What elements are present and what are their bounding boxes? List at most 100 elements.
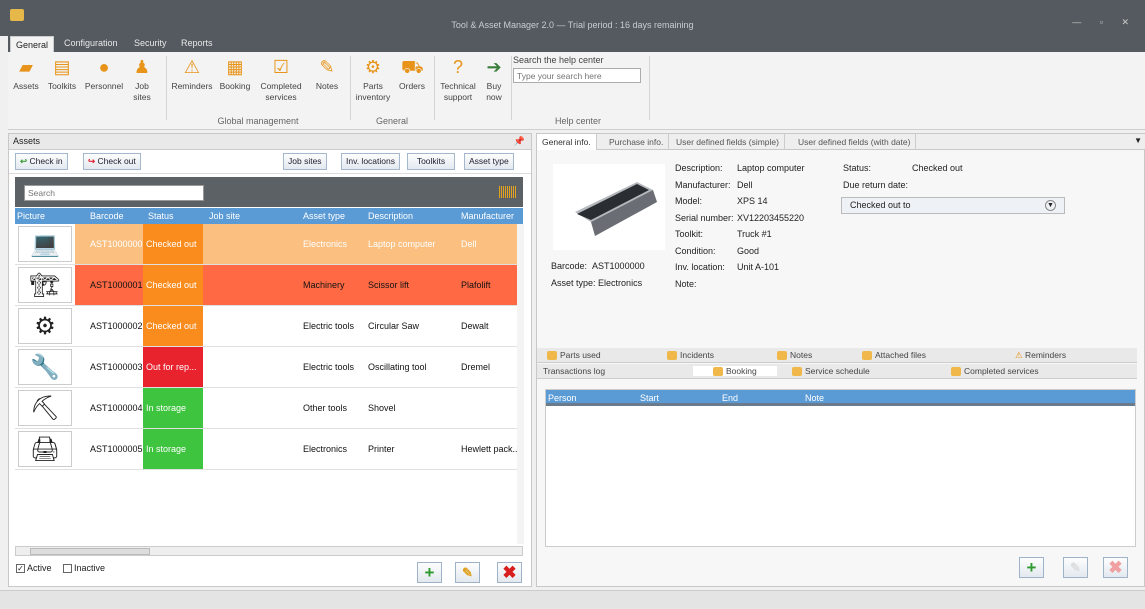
toolkits-filter-button[interactable]: Toolkits xyxy=(407,153,455,170)
help-search-input[interactable] xyxy=(513,68,641,83)
table-row[interactable]: 🔧 AST1000003 Out for rep... Electric tools O… xyxy=(15,347,523,388)
delete-asset-button[interactable]: ✖ xyxy=(497,562,522,583)
buy-icon: ➔ xyxy=(486,57,502,77)
tab-purchase-info[interactable]: Purchase info. xyxy=(604,134,670,150)
technical-support-button[interactable]: ? Technical support xyxy=(436,56,480,103)
status-cell: Checked out xyxy=(143,265,203,305)
col-status[interactable]: Status xyxy=(148,211,174,221)
check-out-button[interactable]: ↪ Check out xyxy=(83,153,141,170)
toolkits-button[interactable]: ▤ Toolkits xyxy=(44,56,80,92)
search-input[interactable] xyxy=(24,185,204,201)
tab-reminders[interactable]: ⚠ Reminders xyxy=(1015,350,1066,361)
buy-now-button[interactable]: ➔ Buy now xyxy=(480,56,508,103)
asset-type-filter-button[interactable]: Asset type xyxy=(464,153,514,170)
manufacturer-cell: Hewlett pack... xyxy=(461,444,521,454)
col-start[interactable]: Start xyxy=(640,393,659,403)
tab-completed-services[interactable]: Completed services xyxy=(951,366,1039,377)
table-row[interactable]: 🏗 AST1000001 Checked out Machinery Scissor l… xyxy=(15,265,523,306)
note-icon: ✎ xyxy=(319,57,335,77)
inactive-checkbox[interactable]: Inactive xyxy=(63,563,105,574)
tool-icon: 🔧 xyxy=(18,349,72,385)
asset-type-cell: Electronics xyxy=(303,239,348,249)
reminders-button[interactable]: ⚠ Reminders xyxy=(170,56,214,92)
help-label: Search the help center xyxy=(513,55,604,65)
manufacturer-cell: Dell xyxy=(461,239,477,249)
paperclip-icon xyxy=(862,351,872,361)
completed-services-button[interactable]: ☑ Completed services xyxy=(256,56,306,103)
col-picture[interactable]: Picture xyxy=(17,211,45,221)
tab-reports[interactable]: Reports xyxy=(181,38,213,48)
manufacturer-cell xyxy=(461,388,521,428)
col-job-site[interactable]: Job site xyxy=(209,211,240,221)
grid-vertical-scrollbar[interactable] xyxy=(517,224,524,544)
tab-general-info[interactable]: General info. xyxy=(537,134,597,150)
col-note[interactable]: Note xyxy=(805,393,824,403)
barcode-cell: AST1000004 xyxy=(90,403,143,413)
tab-service-schedule[interactable]: Service schedule xyxy=(792,366,870,377)
note-icon xyxy=(777,351,787,361)
col-person[interactable]: Person xyxy=(548,393,577,403)
booking-button[interactable]: ▦ Booking xyxy=(217,56,253,92)
scissor-lift-icon: 🏗 xyxy=(18,267,72,303)
tab-parts-used[interactable]: Parts used xyxy=(547,350,601,361)
tab-general[interactable]: General xyxy=(10,36,55,52)
tab-notes[interactable]: Notes xyxy=(777,350,812,361)
grid-rows: 💻 AST1000000 Checked out Electronics Laptop … xyxy=(15,224,523,470)
orders-button[interactable]: ⛟ Orders xyxy=(395,56,429,92)
asset-labels: Description: Manufacturer: Model: Serial… xyxy=(675,163,734,289)
assets-panel: Assets 📌 ↩ Check in ↪ Check out Job sites… xyxy=(8,133,532,587)
table-row[interactable]: 💻 AST1000000 Checked out Electronics Laptop … xyxy=(15,224,523,265)
lower-tabs-row-1: Parts used Incidents Notes Attached file… xyxy=(537,348,1137,363)
chevron-down-icon[interactable]: ▼ xyxy=(1134,136,1142,145)
job-sites-filter-button[interactable]: Job sites xyxy=(283,153,327,170)
notes-button[interactable]: ✎ Notes xyxy=(310,56,344,92)
add-booking-button[interactable]: + xyxy=(1019,557,1044,578)
col-asset-type[interactable]: Asset type xyxy=(303,211,345,221)
table-row[interactable]: ⚙ AST1000002 Checked out Electric tools Circ… xyxy=(15,306,523,347)
title-bar: Tool & Asset Manager 2.0 — Trial period … xyxy=(0,0,1145,36)
tab-transactions-log[interactable]: Transactions log xyxy=(543,366,605,376)
parts-inventory-button[interactable]: ⚙ Parts inventory xyxy=(353,56,393,103)
active-checkbox[interactable]: ✓ Active xyxy=(16,563,52,574)
search-bar xyxy=(15,177,523,207)
check-in-button[interactable]: ↩ Check in xyxy=(15,153,68,170)
status-cell: In storage xyxy=(143,429,203,469)
tab-user-defined-date[interactable]: User defined fields (with date) xyxy=(793,134,917,150)
worker-icon: ♟ xyxy=(133,57,151,77)
detail-tabs: General info. Purchase info. User define… xyxy=(537,134,1145,150)
add-asset-button[interactable]: + xyxy=(417,562,442,583)
status-bar xyxy=(0,590,1145,609)
inv-locations-filter-button[interactable]: Inv. locations xyxy=(341,153,400,170)
window-controls[interactable]: — ▫ ✕ xyxy=(1072,17,1137,28)
barcode-icon[interactable] xyxy=(499,186,516,198)
scroll-thumb[interactable] xyxy=(30,548,150,555)
grid-header: Picture Barcode Status Job site Asset ty… xyxy=(15,208,523,224)
divider xyxy=(434,56,435,120)
tab-booking[interactable]: Booking xyxy=(693,366,777,377)
checked-out-to-dropdown[interactable]: Checked out to ▼ xyxy=(841,197,1065,214)
asset-type-cell: Electronics xyxy=(303,444,348,454)
table-row[interactable]: 🖨 AST1000005 In storage Electronics Printer H… xyxy=(15,429,523,470)
delete-booking-button[interactable]: ✖ xyxy=(1103,557,1128,578)
job-sites-button[interactable]: ♟ Job sites xyxy=(128,56,156,103)
col-barcode[interactable]: Barcode xyxy=(90,211,124,221)
edit-asset-button[interactable]: ✎ xyxy=(455,562,480,583)
col-description[interactable]: Description xyxy=(368,211,413,221)
edit-booking-button[interactable]: ✎ xyxy=(1063,557,1088,578)
grid-horizontal-scrollbar[interactable] xyxy=(15,546,523,556)
question-icon: ? xyxy=(452,57,463,77)
status-cell: Checked out xyxy=(143,224,203,264)
tab-incidents[interactable]: Incidents xyxy=(667,350,714,361)
pin-icon[interactable]: 📌 xyxy=(514,136,525,147)
col-end[interactable]: End xyxy=(722,393,738,403)
status-cell: Out for rep... xyxy=(143,347,203,387)
tab-user-defined-simple[interactable]: User defined fields (simple) xyxy=(671,134,785,150)
shovel-icon: ⛏ xyxy=(18,390,72,426)
col-manufacturer[interactable]: Manufacturer xyxy=(461,211,514,221)
assets-button[interactable]: ▰ Assets xyxy=(12,56,40,92)
tab-security[interactable]: Security xyxy=(134,38,167,48)
table-row[interactable]: ⛏ AST1000004 In storage Other tools Shovel xyxy=(15,388,523,429)
tab-configuration[interactable]: Configuration xyxy=(64,38,118,48)
tab-attached-files[interactable]: Attached files xyxy=(862,350,926,361)
personnel-button[interactable]: ● Personnel xyxy=(84,56,124,92)
